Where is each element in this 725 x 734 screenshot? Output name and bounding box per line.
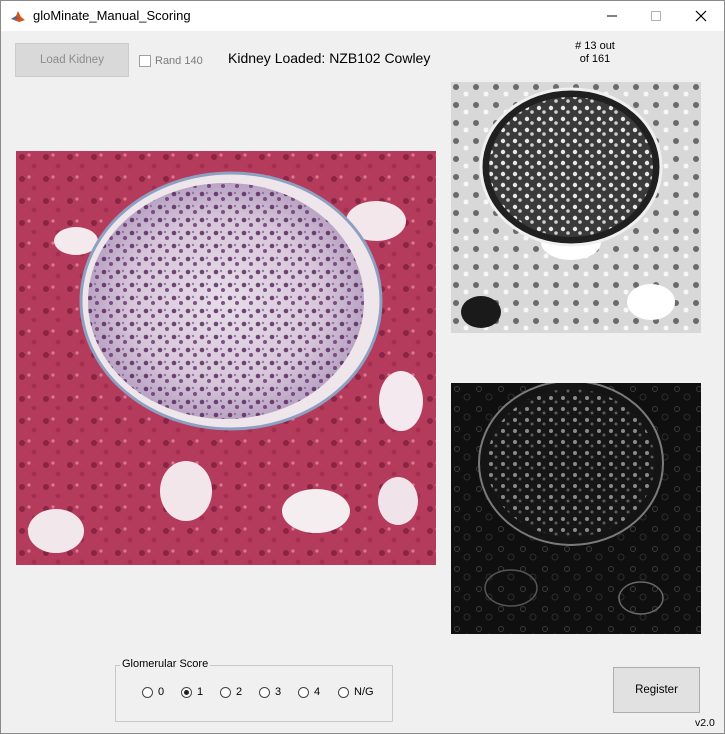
counter-line-2: of 161 <box>579 53 611 65</box>
register-button[interactable]: Register <box>613 667 700 713</box>
load-kidney-button[interactable]: Load Kidney <box>15 43 129 77</box>
title-bar: gloMinate_Manual_Scoring <box>1 1 724 31</box>
image-counter: # 13 out of 161 <box>561 40 629 66</box>
maximize-icon <box>651 11 661 21</box>
score-option-label: 2 <box>236 686 243 698</box>
score-option-label: 3 <box>275 686 282 698</box>
kidney-loaded-label: Kidney Loaded: NZB102 Cowley <box>228 50 431 66</box>
rand-140-checkbox[interactable] <box>139 55 151 67</box>
radio-button-icon <box>338 686 349 698</box>
grayscale-glomerulus-image <box>451 82 701 333</box>
radio-button-icon <box>298 686 309 698</box>
rand-140-label: Rand 140 <box>155 55 203 67</box>
radio-button-icon <box>259 686 270 698</box>
window-title: gloMinate_Manual_Scoring <box>33 8 191 23</box>
app-window: gloMinate_Manual_Scoring Load Kidney Ran… <box>0 0 725 734</box>
stained-glomerulus-image <box>16 151 436 565</box>
glomerular-score-title: Glomerular Score <box>120 658 211 670</box>
score-radio-2[interactable]: 2 <box>220 686 242 698</box>
score-option-label: 4 <box>314 686 321 698</box>
counter-line-1: # 13 out <box>575 40 615 52</box>
radio-button-selected-icon <box>181 686 192 698</box>
score-radio-3[interactable]: 3 <box>259 686 281 698</box>
close-icon <box>695 10 707 22</box>
version-label: v2.0 <box>695 717 715 729</box>
score-radio-ng[interactable]: N/G <box>338 686 374 698</box>
score-option-label: N/G <box>354 686 374 698</box>
score-radio-4[interactable]: 4 <box>298 686 320 698</box>
score-radio-1[interactable]: 1 <box>181 686 203 698</box>
radio-button-icon <box>220 686 231 698</box>
minimize-button[interactable] <box>589 1 635 31</box>
edge-filtered-glomerulus-image <box>451 383 701 634</box>
radio-button-icon <box>142 686 153 698</box>
maximize-button[interactable] <box>633 1 679 31</box>
minimize-icon <box>607 15 617 17</box>
score-option-label: 0 <box>158 686 165 698</box>
matlab-icon <box>10 8 26 24</box>
close-button[interactable] <box>678 1 724 31</box>
score-option-label: 1 <box>197 686 204 698</box>
score-radio-0[interactable]: 0 <box>142 686 164 698</box>
